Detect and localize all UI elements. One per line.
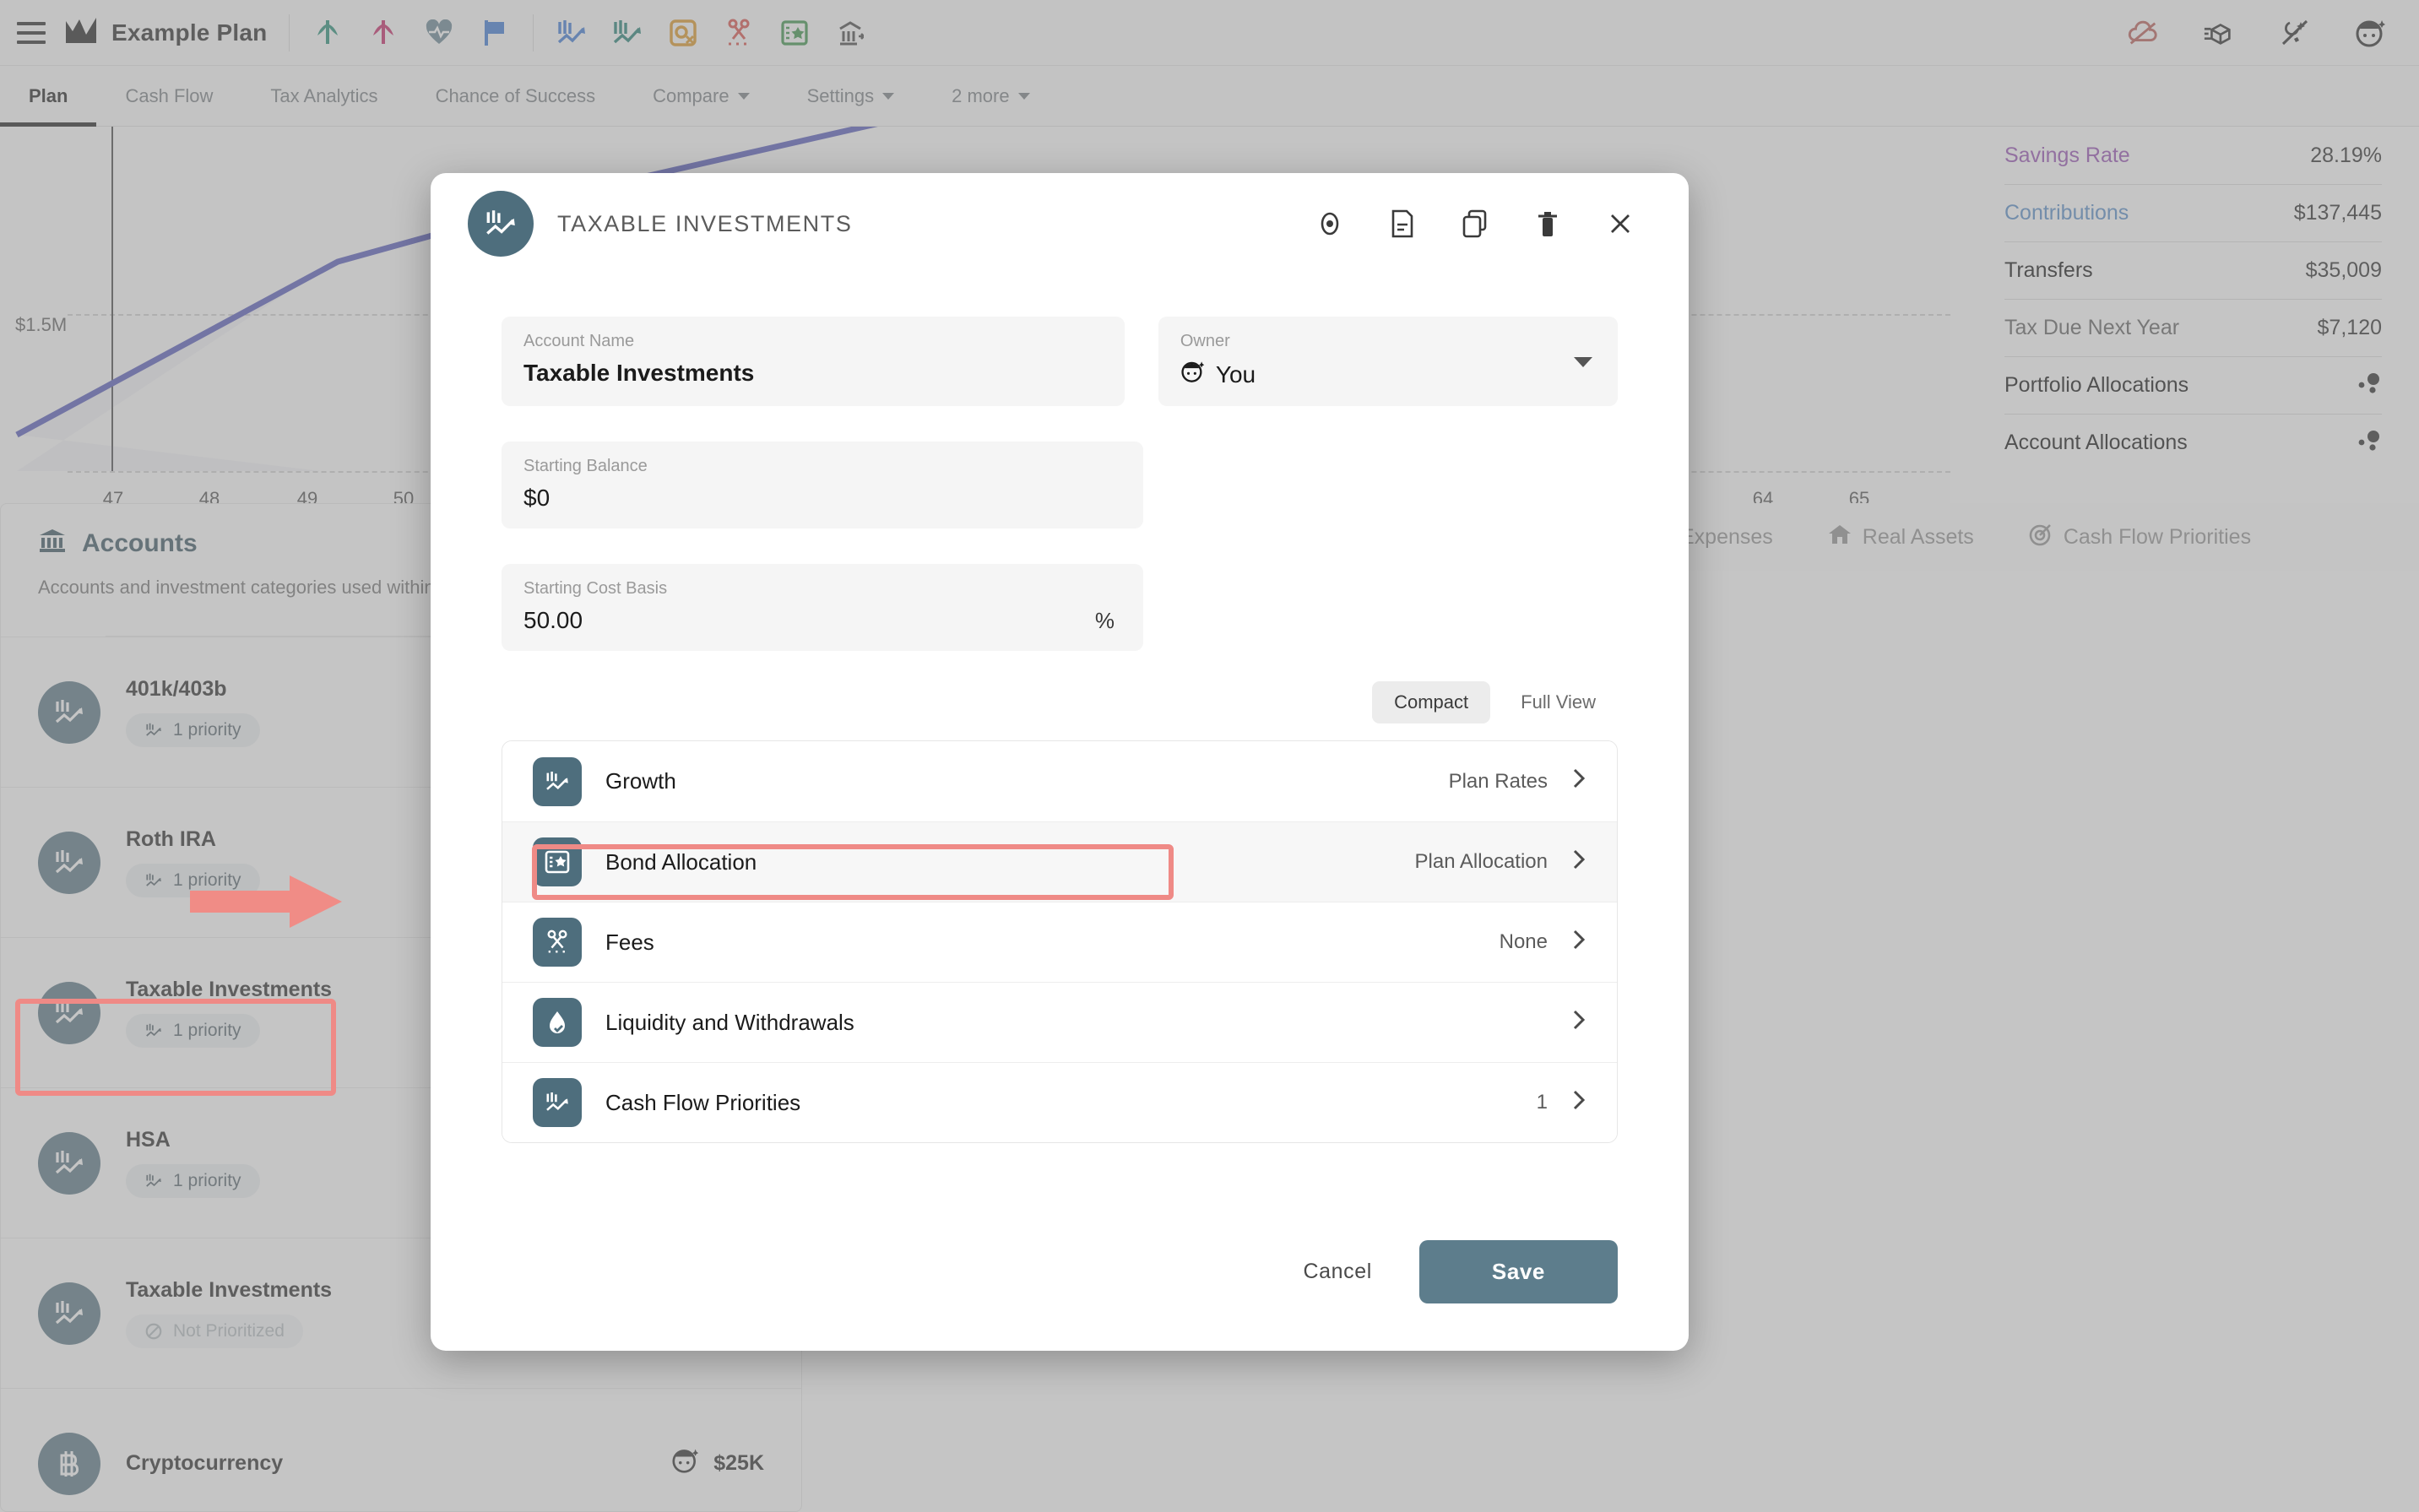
form-row: Account Name Taxable Investments Owner Y…	[502, 317, 1618, 406]
starting-balance-field[interactable]: Starting Balance $0	[502, 442, 1143, 528]
starting-balance-label: Starting Balance	[523, 457, 1121, 476]
percent-suffix: %	[1095, 608, 1115, 634]
settings-row-value: Plan Rates	[1449, 770, 1548, 794]
profile-icon	[1180, 360, 1206, 389]
starting-cost-basis-label: Starting Cost Basis	[523, 579, 1121, 599]
view-toggle-compact[interactable]: Compact	[1372, 681, 1490, 723]
settings-row-growth[interactable]: Growth Plan Rates	[502, 741, 1617, 821]
chevron-right-icon	[1571, 1089, 1586, 1117]
settings-row-right: None	[1500, 929, 1586, 957]
chevron-right-icon	[1571, 929, 1586, 957]
save-button[interactable]: Save	[1419, 1240, 1618, 1303]
account-name-label: Account Name	[523, 332, 1103, 351]
view-toggle: Compact Full View	[502, 681, 1618, 723]
modal-header: TAXABLE INVESTMENTS	[431, 173, 1689, 274]
fees-scissors-icon	[533, 918, 582, 967]
investments-icon	[533, 1078, 582, 1127]
duplicate-icon[interactable]	[1457, 206, 1493, 241]
growth-icon	[533, 757, 582, 806]
modal-body: Account Name Taxable Investments Owner Y…	[431, 274, 1689, 1240]
settings-row-right	[1548, 1009, 1586, 1037]
chevron-right-icon	[1571, 848, 1586, 876]
owner-value: You	[1216, 361, 1256, 388]
owner-label: Owner	[1180, 332, 1596, 351]
modal-footer: Cancel Save	[431, 1240, 1689, 1351]
settings-row-right: Plan Allocation	[1415, 848, 1586, 876]
bond-icon	[533, 837, 582, 886]
chevron-right-icon	[1571, 767, 1586, 795]
settings-row-label: Fees	[605, 929, 654, 956]
settings-row-value: None	[1500, 930, 1548, 954]
account-edit-modal: TAXABLE INVESTMENTS	[431, 173, 1689, 1351]
settings-row-right: 1	[1537, 1089, 1586, 1117]
settings-row-liquidity-and-withdrawals[interactable]: Liquidity and Withdrawals	[502, 982, 1617, 1062]
owner-value-group: You	[1180, 360, 1596, 389]
settings-list: Growth Plan Rates Bond Allocation Plan	[502, 740, 1618, 1143]
starting-cost-basis-input[interactable]: 50.00	[523, 607, 1121, 634]
cancel-button[interactable]: Cancel	[1303, 1260, 1371, 1284]
chevron-down-icon	[1574, 357, 1592, 367]
chevron-right-icon	[1571, 1009, 1586, 1037]
starting-cost-basis-field[interactable]: Starting Cost Basis 50.00 %	[502, 564, 1143, 651]
settings-row-value: 1	[1537, 1091, 1548, 1114]
investments-icon	[468, 191, 534, 257]
preview-icon[interactable]	[1312, 206, 1348, 241]
starting-balance-input[interactable]: $0	[523, 485, 1121, 512]
settings-row-label: Growth	[605, 768, 676, 794]
owner-select[interactable]: Owner You	[1158, 317, 1618, 406]
settings-row-right: Plan Rates	[1449, 767, 1586, 795]
app-root: Example Plan	[0, 0, 2419, 1512]
modal-actions	[1312, 206, 1638, 241]
settings-row-bond-allocation[interactable]: Bond Allocation Plan Allocation	[502, 821, 1617, 902]
account-name-field[interactable]: Account Name Taxable Investments	[502, 317, 1125, 406]
settings-row-fees[interactable]: Fees None	[502, 902, 1617, 982]
settings-row-label: Bond Allocation	[605, 849, 757, 875]
view-toggle-full[interactable]: Full View	[1499, 681, 1618, 723]
modal-title: TAXABLE INVESTMENTS	[557, 211, 852, 237]
settings-row-label: Cash Flow Priorities	[605, 1090, 800, 1116]
settings-row-cash-flow-priorities[interactable]: Cash Flow Priorities 1	[502, 1062, 1617, 1142]
liquidity-drop-icon	[533, 998, 582, 1047]
settings-row-value: Plan Allocation	[1415, 850, 1548, 874]
settings-row-label: Liquidity and Withdrawals	[605, 1010, 854, 1036]
notes-icon[interactable]	[1385, 206, 1420, 241]
delete-icon[interactable]	[1530, 206, 1565, 241]
account-name-input[interactable]: Taxable Investments	[523, 360, 1103, 387]
close-icon[interactable]	[1603, 206, 1638, 241]
